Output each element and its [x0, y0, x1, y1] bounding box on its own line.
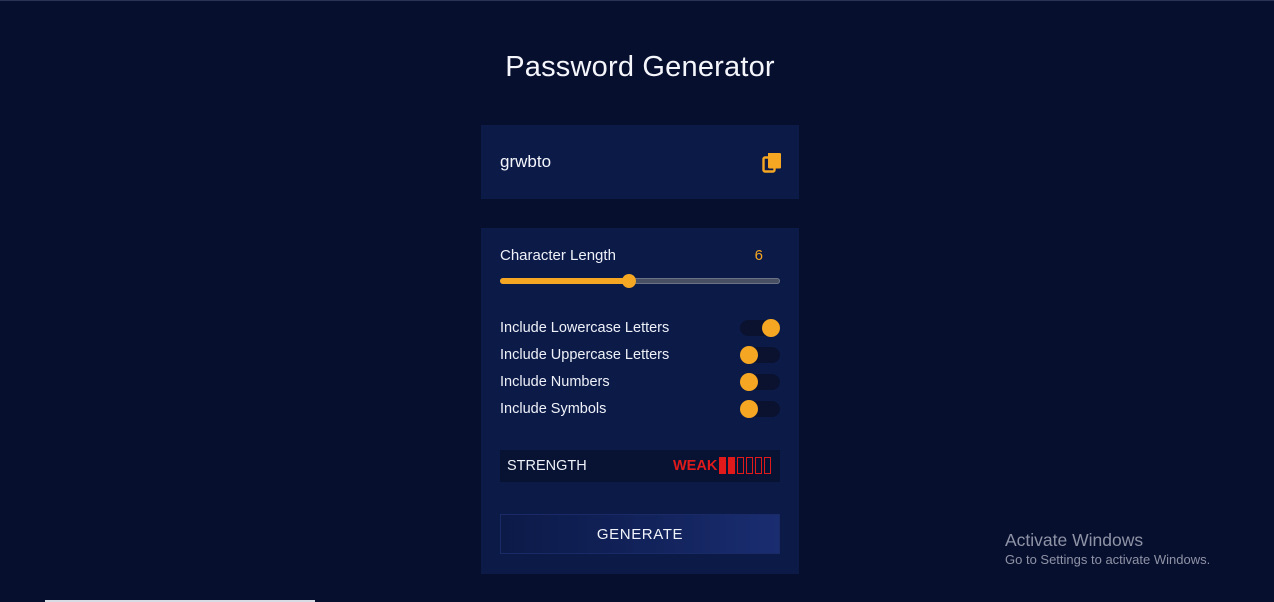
- settings-panel: Character Length 6 Include Lowercase Let…: [481, 228, 799, 574]
- length-value: 6: [754, 247, 763, 264]
- strength-value: WEAK: [673, 458, 718, 474]
- option-label: Include Numbers: [500, 374, 610, 390]
- strength-bar: [755, 457, 762, 474]
- strength-bar: [728, 457, 735, 474]
- toggle-knob: [740, 346, 758, 364]
- slider-thumb[interactable]: [622, 274, 636, 288]
- activate-windows-watermark: Activate Windows Go to Settings to activ…: [1005, 529, 1210, 569]
- option-label: Include Symbols: [500, 401, 607, 417]
- length-label: Character Length: [500, 247, 616, 264]
- watermark-subtitle: Go to Settings to activate Windows.: [1005, 552, 1211, 567]
- page: Password Generator grwbto Character Leng…: [0, 0, 1274, 602]
- option-numbers: Include Numbers: [500, 373, 780, 393]
- page-title: Password Generator: [505, 51, 775, 83]
- strength-label: STRENGTH: [507, 458, 587, 474]
- toggle-lowercase[interactable]: [740, 319, 780, 337]
- strength-bar: [746, 457, 753, 474]
- length-slider[interactable]: [500, 274, 780, 288]
- strength-meter: STRENGTH WEAK: [500, 450, 780, 482]
- toggle-knob: [762, 319, 780, 337]
- toggle-knob: [740, 373, 758, 391]
- option-uppercase: Include Uppercase Letters: [500, 346, 780, 366]
- copy-icon[interactable]: [762, 152, 782, 174]
- generate-button[interactable]: GENERATE: [500, 514, 780, 554]
- toggle-symbols[interactable]: [740, 400, 780, 418]
- password-output-box: grwbto: [481, 125, 799, 199]
- strength-bar: [764, 457, 771, 474]
- strength-bar: [737, 457, 744, 474]
- password-display[interactable]: grwbto: [500, 152, 551, 172]
- toggle-numbers[interactable]: [740, 373, 780, 391]
- length-row: Character Length 6: [500, 247, 780, 267]
- strength-bars: [719, 457, 773, 474]
- toggle-knob: [740, 400, 758, 418]
- toggle-uppercase[interactable]: [740, 346, 780, 364]
- option-symbols: Include Symbols: [500, 400, 780, 420]
- option-label: Include Uppercase Letters: [500, 347, 670, 363]
- strength-bar: [719, 457, 726, 474]
- slider-fill: [500, 278, 629, 284]
- option-lowercase: Include Lowercase Letters: [500, 319, 780, 339]
- option-label: Include Lowercase Letters: [500, 320, 670, 336]
- watermark-title: Activate Windows: [1005, 530, 1144, 550]
